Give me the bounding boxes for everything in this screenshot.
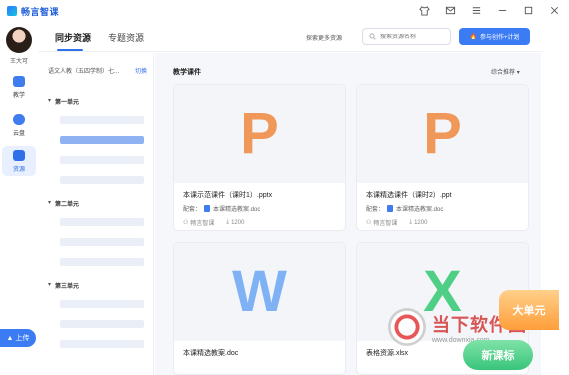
download-icon: ⤓ — [226, 219, 230, 225]
teach-icon — [13, 75, 25, 87]
message-icon[interactable] — [443, 3, 457, 17]
unit-title[interactable]: 第二单元 — [48, 199, 79, 208]
card-thumbnail: P — [174, 85, 345, 183]
pair-label: 配套： — [183, 207, 202, 213]
tab-topic-resources[interactable]: 专题资源 — [108, 31, 144, 44]
upload-label: 上传 — [15, 335, 30, 342]
left-rail: 王大可 教学 云盘 资源 ▲ 上传 — [0, 22, 38, 375]
rail-item-teach[interactable]: 教学 — [2, 72, 36, 102]
watermark-logo-icon — [388, 308, 426, 346]
resource-icon — [13, 149, 25, 161]
card-meta: ⚇ 畅言智课 ⤓ 1200 — [183, 218, 244, 227]
card-meta: ⚇ 畅言智课 ⤓ 1200 — [366, 218, 427, 227]
rail-item-label: 教学 — [12, 92, 25, 99]
cloud-icon — [13, 113, 25, 125]
create-plan-button[interactable]: 🔥 参与创作+计划 — [459, 28, 530, 45]
catalog-sidebar: 语文人教（五四学制）七... 切换 第一单元 第二单元 第三单元 — [38, 53, 154, 375]
author: 畅言智课 — [373, 221, 398, 227]
close-icon[interactable] — [547, 3, 561, 17]
user-icon: ⚇ — [183, 220, 189, 226]
word-icon: W — [232, 259, 287, 324]
lesson-item[interactable] — [60, 320, 144, 328]
skin-icon[interactable] — [417, 3, 431, 17]
ppt-icon: P — [423, 101, 462, 166]
doc-icon — [204, 205, 211, 212]
menu-icon[interactable] — [469, 3, 483, 17]
card-pair: 配套： 本课精选教案.doc — [366, 204, 443, 213]
book-name: 语文人教（五四学制）七... — [48, 69, 120, 75]
title-bar: 畅言智课 — [0, 0, 569, 22]
lesson-item[interactable] — [60, 340, 144, 348]
search-input[interactable] — [380, 33, 450, 40]
sort-label: 综合推荐 — [491, 70, 516, 76]
pair-doc-link[interactable]: 本课精选教案.doc — [213, 204, 260, 213]
big-unit-badge[interactable]: 大单元 — [499, 290, 559, 330]
download-icon: ⤓ — [409, 219, 413, 225]
search-box[interactable] — [362, 28, 451, 45]
card-thumbnail: P — [357, 85, 528, 183]
lesson-item[interactable] — [60, 258, 144, 266]
app-logo-icon — [7, 6, 17, 16]
resource-card[interactable]: P 本课示范课件（课时1）.pptx 配套： 本课精选教案.doc ⚇ 畅言智课 … — [173, 84, 346, 231]
card-title: 本课精选教案.doc — [183, 350, 239, 357]
create-plan-label: 参与创作+计划 — [479, 35, 520, 41]
unit-title[interactable]: 第一单元 — [48, 97, 79, 106]
card-title: 本课精选课件（课时2）.ppt — [366, 192, 452, 199]
section-title: 教学课件 — [173, 69, 201, 76]
user-name: 王大可 — [9, 59, 28, 65]
flame-icon: 🔥 — [469, 34, 477, 40]
unit-title[interactable]: 第三单元 — [48, 281, 79, 290]
upload-button[interactable]: ▲ 上传 — [0, 329, 36, 347]
minimize-icon[interactable] — [495, 3, 509, 17]
download-count: 1200 — [414, 219, 428, 226]
explore-more-link[interactable]: 探索更多资源 — [306, 33, 342, 42]
card-thumbnail: W — [174, 243, 345, 341]
card-pair: 配套： 本课精选教案.doc — [183, 204, 260, 213]
lesson-item[interactable] — [60, 116, 144, 124]
ppt-icon: P — [240, 101, 279, 166]
lesson-item[interactable] — [60, 300, 144, 308]
rail-item-label: 云盘 — [12, 130, 25, 137]
resource-card[interactable]: W 本课精选教案.doc — [173, 242, 346, 375]
lesson-item[interactable] — [60, 218, 144, 226]
maximize-icon[interactable] — [521, 3, 535, 17]
switch-book-link[interactable]: 切换 — [135, 66, 147, 75]
top-bar: 同步资源 专题资源 探索更多资源 🔥 参与创作+计划 — [38, 22, 542, 52]
doc-icon — [387, 205, 394, 212]
card-title: 表格资源.xlsx — [366, 350, 408, 357]
user-icon: ⚇ — [366, 220, 372, 226]
app-title: 畅言智课 — [21, 6, 60, 17]
rail-item-cloud[interactable]: 云盘 — [2, 110, 36, 140]
lesson-item[interactable] — [60, 176, 144, 184]
download-count: 1200 — [231, 219, 245, 226]
rail-item-label: 资源 — [12, 166, 25, 173]
tab-sync-resources[interactable]: 同步资源 — [55, 31, 91, 44]
author: 畅言智课 — [190, 221, 215, 227]
chevron-down-icon: ▾ — [516, 70, 520, 76]
pair-label: 配套： — [366, 207, 385, 213]
app-logo: 畅言智课 — [7, 5, 59, 18]
window-controls — [417, 3, 561, 17]
sort-dropdown[interactable]: 综合推荐 ▾ — [491, 67, 520, 76]
upload-icon: ▲ — [6, 334, 14, 342]
new-curriculum-badge[interactable]: 新课标 — [463, 340, 533, 370]
resource-card[interactable]: P 本课精选课件（课时2）.ppt 配套： 本课精选教案.doc ⚇ 畅言智课 ⤓… — [356, 84, 529, 231]
lesson-item[interactable] — [60, 238, 144, 246]
pair-doc-link[interactable]: 本课精选教案.doc — [396, 204, 443, 213]
lesson-item-selected[interactable] — [60, 136, 144, 144]
tab-active-indicator — [57, 49, 83, 51]
card-title: 本课示范课件（课时1）.pptx — [183, 192, 273, 199]
rail-item-resource[interactable]: 资源 — [2, 146, 36, 176]
search-icon — [369, 33, 376, 40]
lesson-item[interactable] — [60, 156, 144, 164]
avatar[interactable] — [6, 27, 32, 53]
